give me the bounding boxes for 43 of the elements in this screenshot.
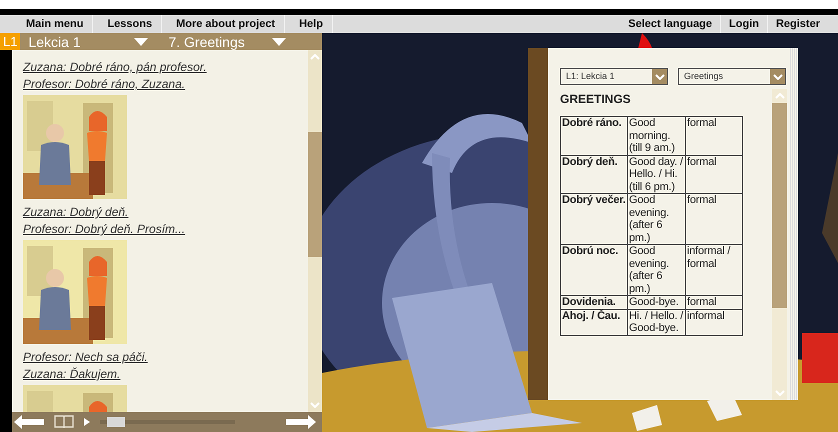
table-cell: Dobrý večer. — [560, 194, 628, 244]
table-cell: informal — [686, 309, 742, 335]
table-cell: formal — [686, 155, 742, 194]
table-cell: Good day. / Hello. / Hi. (till 6 pm.) — [628, 155, 686, 194]
forward-arrow-icon[interactable] — [286, 415, 316, 429]
table-cell: formal — [686, 296, 742, 309]
play-icon[interactable] — [84, 418, 90, 426]
table-cell: Good morning. (till 9 am.) — [628, 116, 686, 155]
lesson-badge: L1 — [0, 33, 20, 50]
scrollbar[interactable] — [308, 50, 322, 412]
table-cell: Dobrý deň. — [560, 155, 628, 194]
chevron-icon — [772, 74, 782, 80]
scroll-up-icon[interactable] — [310, 54, 320, 60]
section-heading: GREETINGS — [560, 92, 632, 106]
topic-select[interactable]: Greetings — [678, 68, 786, 85]
table-cell: Good evening. (after 6 pm.) — [628, 194, 686, 244]
dialogue-link[interactable]: Profesor: Nech sa páči. — [23, 349, 148, 365]
caret-icon — [134, 38, 148, 46]
dialogue-link[interactable]: Profesor: Dobrý deň. Prosím... — [23, 221, 186, 237]
caret-icon — [272, 38, 286, 46]
table-cell: Dobré ráno. — [560, 116, 628, 155]
table-cell: Ahoj. / Čau. — [560, 309, 628, 335]
table-cell: Good evening. (after 6 pm.) — [628, 244, 686, 296]
table-cell: formal — [686, 194, 742, 244]
table-cell: Dovidenia. — [560, 296, 628, 309]
dialogue-link[interactable]: Zuzana: Ďakujem. — [23, 366, 120, 382]
dialogue-link[interactable]: Profesor: Dobré ráno, Zuzana. — [23, 76, 186, 92]
lesson-select[interactable]: L1: Lekcia 1 — [560, 68, 668, 85]
scroll-down-icon[interactable] — [310, 402, 320, 408]
table-cell: formal — [686, 116, 742, 155]
chevron-icon — [654, 74, 664, 80]
table-cell: Good-bye. — [628, 296, 686, 309]
dialogue-link[interactable]: Zuzana: Dobré ráno, pán profesor. — [23, 59, 207, 75]
table-cell: informal / formal — [686, 244, 742, 296]
scrollbar[interactable] — [772, 89, 787, 400]
scroll-up-icon[interactable] — [774, 93, 784, 99]
book-icon[interactable] — [54, 415, 74, 429]
back-arrow-icon[interactable] — [14, 415, 44, 429]
table-cell: Hi. / Hello. / Good-bye. — [628, 309, 686, 335]
table-cell: Dobrú noc. — [560, 244, 628, 296]
menu-item[interactable]: Register — [768, 15, 828, 33]
dialogue-link[interactable]: Zuzana: Dobrý deň. — [23, 204, 128, 220]
scroll-down-icon[interactable] — [774, 390, 784, 396]
